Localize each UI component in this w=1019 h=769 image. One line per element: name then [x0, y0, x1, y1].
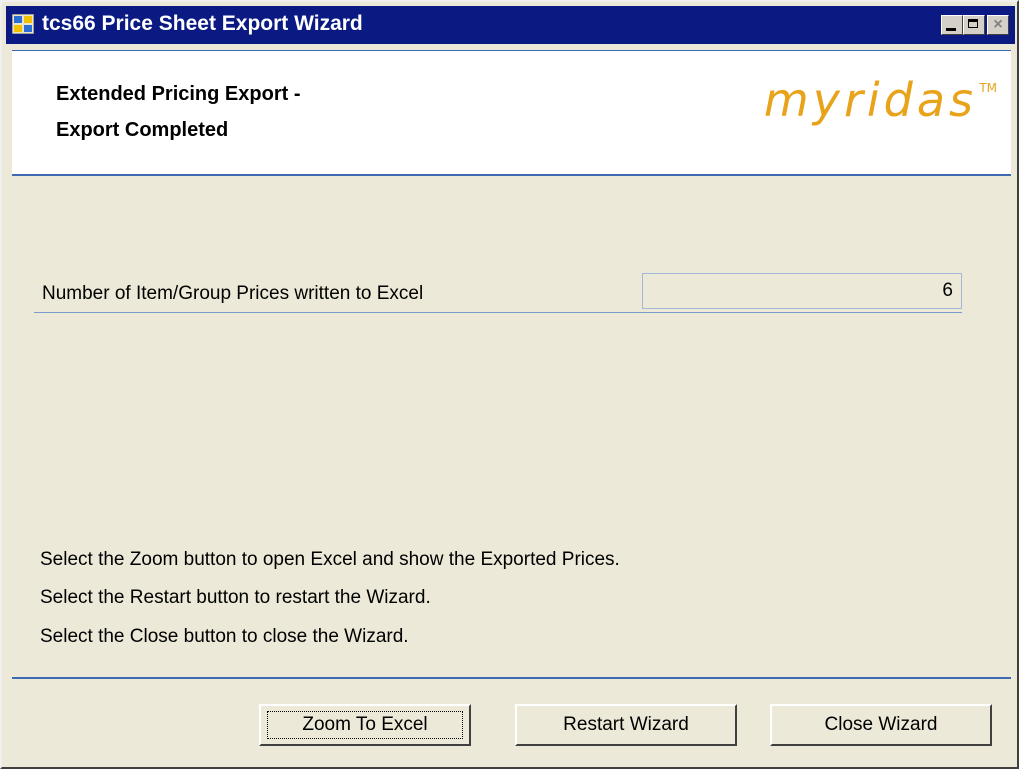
restart-wizard-button[interactable]: Restart Wizard [515, 704, 737, 746]
title-bar[interactable]: tcs66 Price Sheet Export Wizard × [6, 6, 1015, 44]
count-underline [34, 312, 962, 313]
app-icon [12, 14, 34, 34]
header-title: Extended Pricing Export - [56, 83, 301, 105]
instruction-zoom: Select the Zoom button to open Excel and… [40, 549, 620, 570]
zoom-button-label: Zoom To Excel [302, 714, 428, 735]
wizard-header: Extended Pricing Export - Export Complet… [12, 50, 1011, 176]
count-label: Number of Item/Group Prices written to E… [42, 283, 424, 304]
wizard-window: tcs66 Price Sheet Export Wizard × Extend… [0, 0, 1019, 769]
restart-button-label: Restart Wizard [563, 714, 689, 735]
instruction-restart: Select the Restart button to restart the… [40, 587, 431, 608]
window-title: tcs66 Price Sheet Export Wizard [42, 12, 363, 35]
close-button-label: Close Wizard [824, 714, 938, 735]
maximize-button[interactable] [963, 15, 985, 35]
zoom-to-excel-button[interactable]: Zoom To Excel [259, 704, 471, 746]
minimize-button[interactable] [941, 15, 963, 35]
instruction-close: Select the Close button to close the Wiz… [40, 626, 409, 647]
trademark-mark: TM [979, 81, 997, 95]
price-count-field: 6 [642, 273, 962, 309]
close-window-button[interactable]: × [987, 15, 1009, 35]
header-subtitle: Export Completed [56, 119, 229, 141]
myridas-logo: myridas [763, 73, 977, 127]
close-wizard-button[interactable]: Close Wizard [770, 704, 992, 746]
footer-separator [12, 677, 1011, 679]
